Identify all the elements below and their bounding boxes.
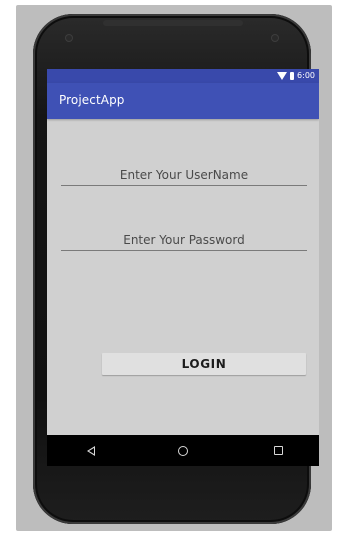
sensor-dot (65, 34, 73, 42)
home-icon (178, 445, 188, 456)
login-button[interactable]: LOGIN (102, 353, 306, 375)
status-bar: 6:00 (47, 69, 319, 83)
battery-icon (290, 71, 295, 80)
back-button[interactable] (71, 435, 111, 466)
camera-dot (271, 34, 279, 42)
device-screen: 6:00 ProjectApp Enter Your UserName Ente… (47, 69, 319, 466)
wifi-icon (277, 71, 288, 80)
status-time: 6:00 (297, 71, 315, 80)
recent-apps-icon (273, 446, 283, 455)
username-input[interactable]: Enter Your UserName (61, 165, 307, 186)
back-icon (87, 445, 95, 456)
status-icons: 6:00 (277, 71, 315, 80)
speaker-grille (103, 20, 243, 26)
home-button[interactable] (163, 435, 203, 466)
password-input[interactable]: Enter Your Password (61, 230, 307, 251)
recent-apps-button[interactable] (258, 435, 298, 466)
navigation-bar (47, 435, 319, 466)
password-placeholder: Enter Your Password (123, 233, 245, 247)
login-button-label: LOGIN (181, 357, 227, 371)
username-placeholder: Enter Your UserName (119, 168, 249, 182)
app-bar: ProjectApp (47, 83, 319, 119)
app-title: ProjectApp (59, 93, 125, 107)
